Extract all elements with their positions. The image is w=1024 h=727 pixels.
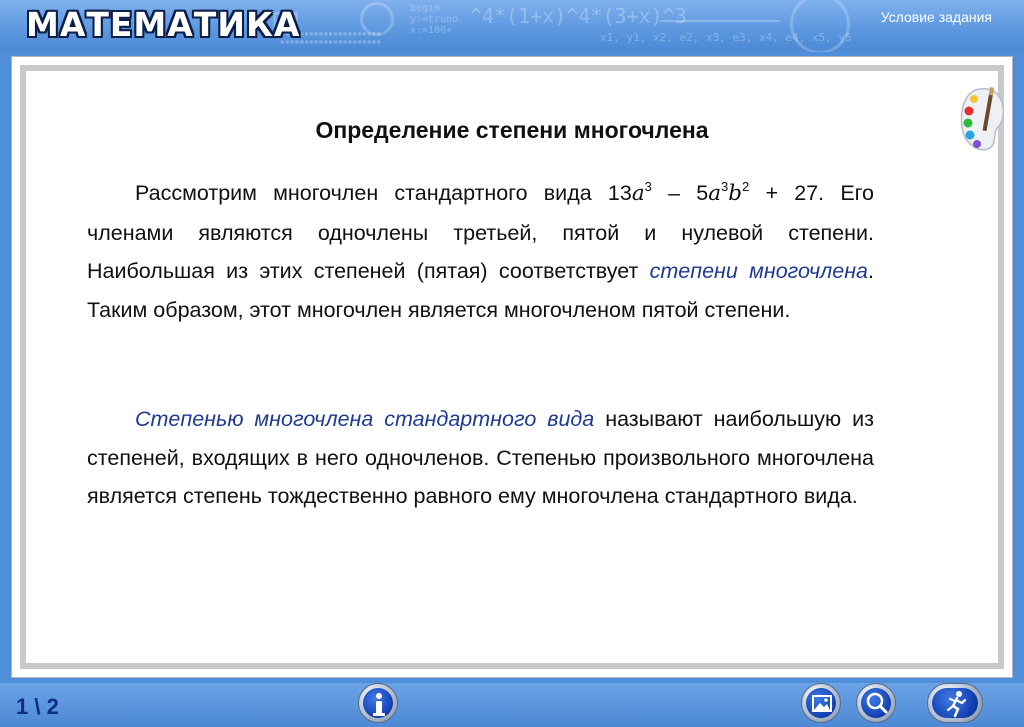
header-bar: RM ▪▪▪▪▪▪▪▪▪▪▪▪▪▪▪▪▪▪▪▪▪ ▪▪▪▪▪▪▪▪▪▪▪▪▪▪▪▪… <box>0 0 1024 52</box>
formula-part: 13 <box>607 181 632 205</box>
paragraph-definition: Степенью многочлена стандартного вида на… <box>87 400 874 516</box>
term-highlight: Степенью многочлена стандартного вида <box>135 407 595 431</box>
task-conditions-link[interactable]: Условие задания <box>881 9 992 25</box>
term-highlight: степени многочлена <box>649 259 869 284</box>
zoom-button[interactable] <box>856 683 896 723</box>
paragraph-text: Рассмотрим многочлен стандартного вида <box>135 181 608 205</box>
formula-variable: a <box>631 181 645 206</box>
formula-variable: b <box>728 181 743 206</box>
polynomial-formula: 13a3 – 5a3b2 + 27 <box>607 179 819 206</box>
app-title: МАТЕМАТИКА <box>26 5 301 44</box>
exit-button[interactable] <box>927 683 983 723</box>
info-icon <box>373 693 385 716</box>
header-decoration <box>360 2 394 36</box>
image-button[interactable] <box>801 683 841 723</box>
content-panel: Определение степени многочлена Рассмотри… <box>20 65 1004 669</box>
info-button[interactable] <box>358 683 398 723</box>
formula-part: – 5 <box>651 181 709 205</box>
header-decoration: begin y:=truno x:=100+ <box>410 3 459 36</box>
header-decoration: ^4*(1+x)^4*(3+x)^3 <box>470 4 687 28</box>
formula-exponent: 3 <box>644 179 652 194</box>
footer-bar: 1 \ 2 <box>0 683 1024 727</box>
image-icon <box>812 695 832 712</box>
content-frame: Определение степени многочлена Рассмотри… <box>11 56 1013 678</box>
header-decoration <box>660 20 780 22</box>
formula-variable: a <box>708 181 722 206</box>
page-title: Определение степени многочлена <box>315 117 709 143</box>
running-man-icon <box>946 691 967 718</box>
formula-part: + 27 <box>749 181 819 205</box>
paragraph-definition-example: Рассмотрим многочлен стандартного вида 1… <box>87 174 874 329</box>
page-counter: 1 \ 2 <box>16 694 59 719</box>
header-decoration <box>790 0 850 52</box>
magnifier-icon <box>866 692 888 714</box>
